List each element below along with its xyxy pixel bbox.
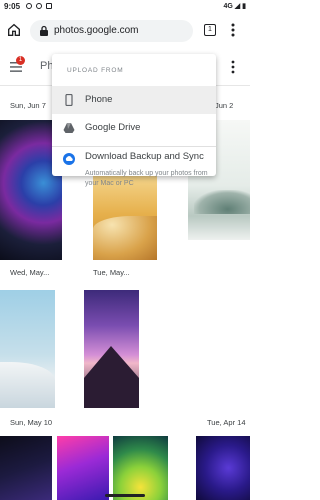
- date-label: Sun, Jun 7: [10, 101, 46, 110]
- date-label: Wed, May...: [10, 268, 50, 277]
- tab-switcher-button[interactable]: 1: [204, 24, 216, 36]
- phone-icon: [65, 94, 73, 106]
- dropdown-header: UPLOAD FROM: [67, 67, 124, 74]
- photo-thumbnail[interactable]: [196, 436, 250, 500]
- date-label: Jun 2: [215, 101, 234, 110]
- date-label: Sun, May 10: [10, 418, 53, 427]
- status-bar: 9:05 4G ◢ ▮: [0, 0, 250, 14]
- browser-toolbar: photos.google.com 1: [0, 14, 250, 48]
- screen: 9:05 4G ◢ ▮ photos.google.com 1 1 Ph Sun…: [0, 0, 250, 500]
- lock-icon: [40, 25, 48, 36]
- mountain-shape: [194, 190, 250, 214]
- dropdown-item-label: Google Drive: [85, 122, 141, 133]
- photo-thumbnail[interactable]: [113, 436, 168, 500]
- gesture-bar: [105, 494, 145, 497]
- upload-from-phone[interactable]: Phone: [52, 86, 216, 114]
- dune-shape: [93, 216, 157, 260]
- photo-thumbnail[interactable]: [0, 290, 55, 408]
- photo-thumbnail[interactable]: [84, 290, 139, 408]
- network-label: 4G: [223, 3, 233, 10]
- battery-icon: ▮: [242, 3, 246, 10]
- mountain-shape: [84, 346, 139, 408]
- more-vert-icon[interactable]: [228, 60, 238, 74]
- backup-sync-icon: [63, 153, 75, 165]
- dropdown-divider: [52, 146, 216, 147]
- photo-thumbnail[interactable]: [0, 436, 52, 500]
- upload-from-google-drive[interactable]: Google Drive: [52, 114, 216, 142]
- more-vert-icon[interactable]: [228, 22, 238, 38]
- notification-icon: [36, 3, 42, 9]
- date-label: Tue, Apr 14: [207, 418, 246, 427]
- dropdown-item-sub: Automatically back up your photos from y…: [85, 170, 208, 187]
- date-label: Tue, May...: [93, 268, 130, 277]
- signal-icon: ◢: [234, 3, 241, 10]
- url-text: photos.google.com: [54, 25, 139, 36]
- photo-thumbnail[interactable]: [57, 436, 109, 500]
- status-time: 9:05: [4, 2, 21, 11]
- dropdown-item-label: Phone: [85, 94, 113, 105]
- notification-icon: [26, 3, 32, 9]
- shield-icon: [46, 3, 52, 9]
- notification-badge: 1: [16, 56, 25, 65]
- home-icon[interactable]: [6, 22, 22, 38]
- address-bar[interactable]: photos.google.com: [30, 20, 193, 42]
- status-right: 4G ◢ ▮: [224, 2, 247, 10]
- upload-dropdown: UPLOAD FROM Phone Google Drive Download …: [52, 54, 216, 176]
- dune-shape: [0, 362, 55, 408]
- dropdown-item-label: Download Backup and Sync: [85, 151, 204, 162]
- google-drive-icon: [63, 123, 75, 133]
